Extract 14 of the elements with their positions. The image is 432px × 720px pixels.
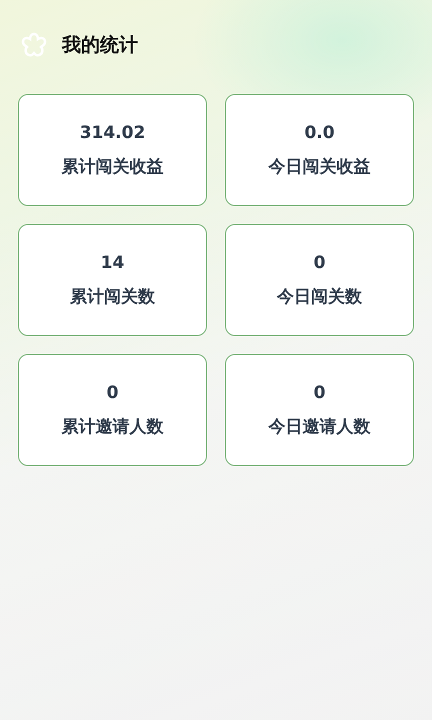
stat-value: 0 [106, 382, 118, 402]
stat-label: 累计闯关收益 [62, 156, 164, 178]
stat-label: 累计邀请人数 [62, 416, 164, 438]
page-title: 我的统计 [62, 33, 138, 58]
stat-value: 0 [314, 382, 326, 402]
stat-value: 314.02 [80, 122, 146, 142]
stat-label: 今日邀请人数 [268, 416, 370, 438]
stat-value: 0.0 [304, 122, 335, 142]
stat-label: 累计闯关数 [70, 286, 155, 308]
flower-icon [20, 32, 48, 58]
stat-value: 0 [314, 252, 326, 272]
stat-label: 今日闯关数 [277, 286, 362, 308]
stat-value: 14 [100, 252, 124, 272]
stat-label: 今日闯关收益 [268, 156, 370, 178]
